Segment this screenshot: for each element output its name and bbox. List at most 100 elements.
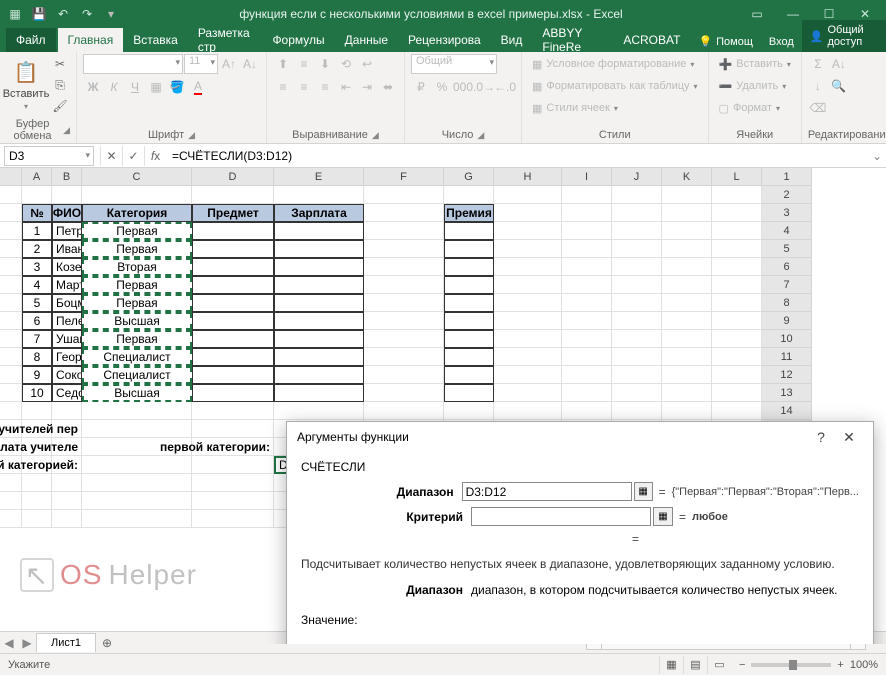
- cell[interactable]: [612, 240, 662, 258]
- dialog-help-icon[interactable]: ?: [807, 423, 835, 451]
- col-header[interactable]: L: [712, 168, 762, 186]
- cell[interactable]: Специалист: [82, 366, 192, 384]
- col-header[interactable]: E: [274, 168, 364, 186]
- cell[interactable]: [562, 276, 612, 294]
- merge-icon[interactable]: ⬌: [378, 77, 398, 97]
- cell[interactable]: [274, 294, 364, 312]
- cell[interactable]: [274, 384, 364, 402]
- cell[interactable]: [562, 240, 612, 258]
- col-header[interactable]: A: [22, 168, 52, 186]
- tab-insert[interactable]: Вставка: [123, 28, 188, 52]
- cell[interactable]: Мартынова Л.П.: [52, 276, 82, 294]
- cell[interactable]: [22, 186, 52, 204]
- cell[interactable]: [494, 258, 562, 276]
- cell[interactable]: [52, 474, 82, 492]
- cell[interactable]: [52, 186, 82, 204]
- name-box[interactable]: D3: [4, 146, 94, 166]
- cell[interactable]: Пелерман В.И.: [52, 312, 82, 330]
- align-top-icon[interactable]: ⬆: [273, 54, 293, 74]
- cell[interactable]: [562, 294, 612, 312]
- share-button[interactable]: 👤 Общий доступ: [802, 20, 886, 52]
- cell[interactable]: [0, 204, 22, 222]
- cell[interactable]: [82, 510, 192, 528]
- cell[interactable]: [444, 258, 494, 276]
- cell[interactable]: Боцмонова Т.А.: [52, 294, 82, 312]
- expand-formula-bar-icon[interactable]: ⌄: [868, 149, 886, 163]
- save-icon[interactable]: 💾: [28, 3, 50, 25]
- zoom-slider[interactable]: [751, 663, 831, 667]
- cell[interactable]: [562, 366, 612, 384]
- cell[interactable]: [562, 402, 612, 420]
- tab-view[interactable]: Вид: [491, 28, 533, 52]
- cell[interactable]: [274, 222, 364, 240]
- cell[interactable]: [82, 402, 192, 420]
- cell[interactable]: [662, 402, 712, 420]
- row-header[interactable]: 12: [762, 366, 812, 384]
- cell[interactable]: 10: [22, 384, 52, 402]
- cell[interactable]: [444, 186, 494, 204]
- cell[interactable]: [662, 384, 712, 402]
- cell[interactable]: [22, 402, 52, 420]
- fill-icon[interactable]: ↓: [808, 76, 828, 96]
- cell[interactable]: Общая зарплата учителе: [52, 438, 82, 456]
- cell[interactable]: [662, 258, 712, 276]
- cell[interactable]: [712, 240, 762, 258]
- row-header[interactable]: 2: [762, 186, 812, 204]
- cell[interactable]: [0, 312, 22, 330]
- add-sheet-icon[interactable]: ⊕: [96, 636, 118, 650]
- bold-icon[interactable]: Ж: [83, 77, 103, 97]
- cell[interactable]: [274, 330, 364, 348]
- cell[interactable]: 7: [22, 330, 52, 348]
- cell[interactable]: [662, 276, 712, 294]
- cell[interactable]: [0, 366, 22, 384]
- redo-icon[interactable]: ↷: [76, 3, 98, 25]
- cell[interactable]: [192, 258, 274, 276]
- cell[interactable]: [364, 204, 444, 222]
- cell[interactable]: [612, 330, 662, 348]
- cell[interactable]: [494, 366, 562, 384]
- align-center-icon[interactable]: ≡: [294, 77, 314, 97]
- cell[interactable]: [562, 186, 612, 204]
- cell[interactable]: Премия: [444, 204, 494, 222]
- cell[interactable]: [52, 492, 82, 510]
- cell[interactable]: первой категории:: [192, 438, 274, 456]
- tab-data[interactable]: Данные: [335, 28, 398, 52]
- cell[interactable]: Первая: [82, 222, 192, 240]
- indent-inc-icon[interactable]: ⇥: [357, 77, 377, 97]
- cell[interactable]: [192, 348, 274, 366]
- cell[interactable]: [192, 402, 274, 420]
- cell[interactable]: [364, 294, 444, 312]
- row-header[interactable]: 8: [762, 294, 812, 312]
- cell[interactable]: [0, 384, 22, 402]
- cell[interactable]: [0, 348, 22, 366]
- cell[interactable]: [52, 402, 82, 420]
- cell[interactable]: [494, 384, 562, 402]
- shrink-font-icon[interactable]: A↓: [240, 54, 260, 74]
- cell[interactable]: [494, 312, 562, 330]
- cell[interactable]: [712, 312, 762, 330]
- font-dialog-icon[interactable]: ◢: [188, 130, 195, 141]
- cell[interactable]: [612, 366, 662, 384]
- cell[interactable]: [662, 312, 712, 330]
- clipboard-dialog-icon[interactable]: ◢: [63, 125, 70, 136]
- cell[interactable]: [364, 258, 444, 276]
- row-header[interactable]: 13: [762, 384, 812, 402]
- cell[interactable]: [612, 222, 662, 240]
- fx-icon[interactable]: fx: [144, 146, 166, 166]
- cell[interactable]: 6: [22, 312, 52, 330]
- col-header[interactable]: H: [494, 168, 562, 186]
- row-header[interactable]: 11: [762, 348, 812, 366]
- cell[interactable]: [562, 222, 612, 240]
- orientation-icon[interactable]: ⟲: [336, 54, 356, 74]
- clear-icon[interactable]: ⌫: [808, 98, 828, 118]
- format-as-table-button[interactable]: ▦ Форматировать как таблицу▾: [528, 76, 702, 96]
- cell[interactable]: [612, 312, 662, 330]
- cell[interactable]: [0, 294, 22, 312]
- cell[interactable]: [562, 348, 612, 366]
- sort-icon[interactable]: A↓: [829, 54, 849, 74]
- tell-me[interactable]: 💡 Помощ: [690, 31, 760, 52]
- cell[interactable]: Вторая: [82, 258, 192, 276]
- cell[interactable]: [712, 402, 762, 420]
- cell[interactable]: [494, 294, 562, 312]
- cell[interactable]: [662, 240, 712, 258]
